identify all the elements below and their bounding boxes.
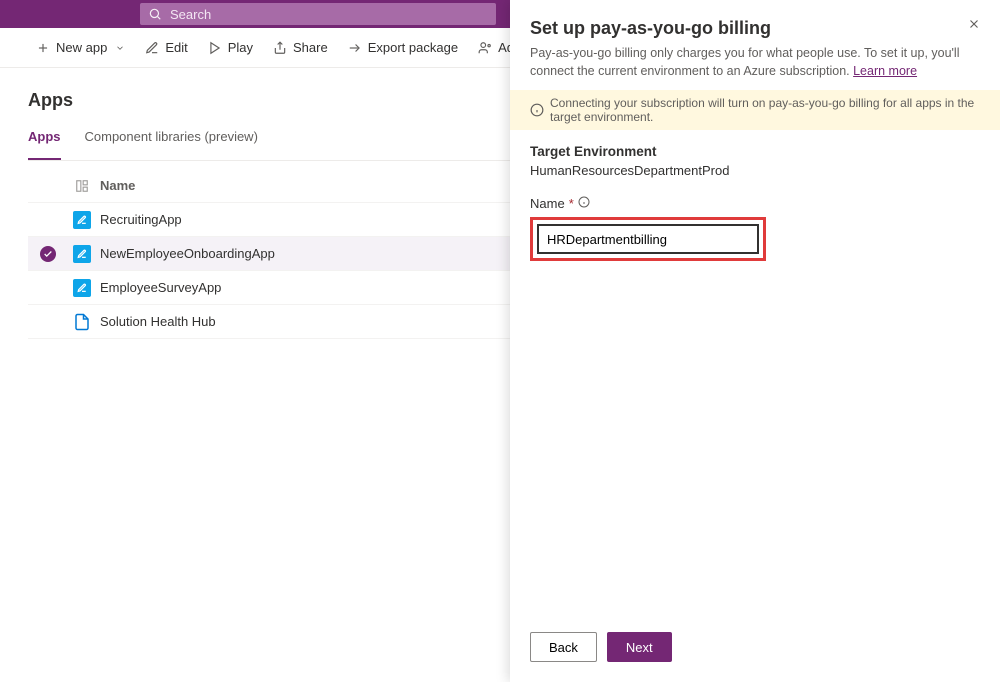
search-icon xyxy=(148,7,162,21)
play-button[interactable]: Play xyxy=(200,36,261,59)
layout-icon[interactable] xyxy=(68,179,96,193)
panel-header: Set up pay-as-you-go billing Pay-as-you-… xyxy=(510,0,1000,90)
plus-icon xyxy=(36,41,50,55)
chevron-down-icon xyxy=(115,43,125,53)
close-button[interactable] xyxy=(964,14,984,34)
model-app-icon xyxy=(73,313,91,331)
canvas-app-icon xyxy=(73,245,91,263)
target-env-value: HumanResourcesDepartmentProd xyxy=(530,163,980,178)
play-icon xyxy=(208,41,222,55)
close-icon xyxy=(967,17,981,31)
canvas-app-icon xyxy=(73,211,91,229)
name-field-highlight xyxy=(530,217,766,261)
panel-description: Pay-as-you-go billing only charges you f… xyxy=(530,45,980,80)
export-package-button[interactable]: Export package xyxy=(340,36,466,59)
teams-icon xyxy=(478,41,492,55)
row-selected-icon xyxy=(40,246,56,262)
info-banner: Connecting your subscription will turn o… xyxy=(510,90,1000,130)
export-icon xyxy=(348,41,362,55)
tab-component-libraries[interactable]: Component libraries (preview) xyxy=(85,129,258,160)
global-search[interactable]: Search xyxy=(140,3,496,25)
pencil-icon xyxy=(145,41,159,55)
next-button[interactable]: Next xyxy=(607,632,672,662)
canvas-app-icon xyxy=(73,279,91,297)
learn-more-link[interactable]: Learn more xyxy=(853,64,917,78)
search-placeholder: Search xyxy=(170,7,211,22)
new-app-button[interactable]: New app xyxy=(28,36,133,59)
target-env-label: Target Environment xyxy=(530,144,980,159)
info-icon xyxy=(530,103,544,117)
share-button[interactable]: Share xyxy=(265,36,336,59)
name-input[interactable] xyxy=(537,224,759,254)
field-info-icon[interactable] xyxy=(578,196,590,211)
tab-apps[interactable]: Apps xyxy=(28,129,61,160)
edit-button[interactable]: Edit xyxy=(137,36,195,59)
payg-panel: Set up pay-as-you-go billing Pay-as-you-… xyxy=(510,0,1000,682)
required-asterisk: * xyxy=(569,196,574,211)
panel-body: Target Environment HumanResourcesDepartm… xyxy=(510,130,1000,620)
name-field-label: Name * xyxy=(530,196,980,211)
share-icon xyxy=(273,41,287,55)
panel-footer: Back Next xyxy=(510,620,1000,682)
back-button[interactable]: Back xyxy=(530,632,597,662)
panel-title: Set up pay-as-you-go billing xyxy=(530,18,980,39)
